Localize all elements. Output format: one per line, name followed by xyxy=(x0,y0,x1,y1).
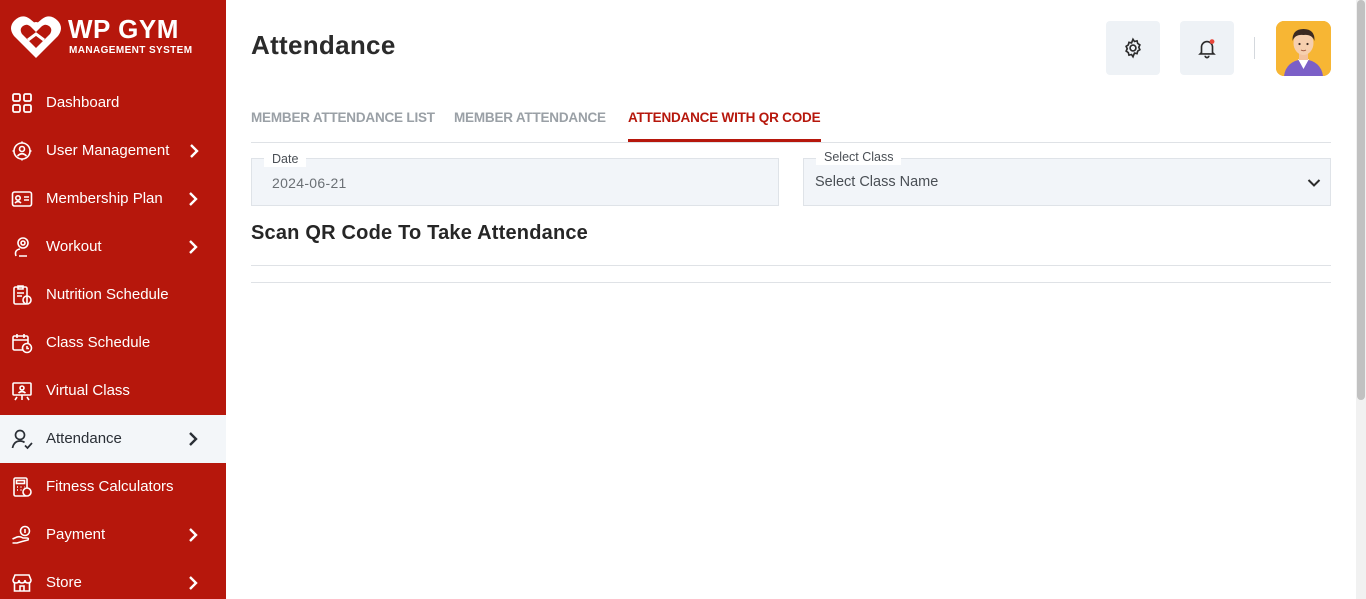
store-icon xyxy=(12,574,32,592)
brand-subtitle: MANAGEMENT SYSTEM xyxy=(69,45,193,56)
app-root: WP GYM MANAGEMENT SYSTEM Dashboard User … xyxy=(0,0,1366,599)
sidebar-item-label: Class Schedule xyxy=(46,334,151,351)
sidebar-item-label: Workout xyxy=(46,238,102,255)
settings-button[interactable] xyxy=(1106,21,1160,75)
nutrition-clipboard-icon xyxy=(13,285,32,305)
sidebar-item-payment[interactable]: Payment xyxy=(0,511,226,559)
qr-section-title: Scan QR Code To Take Attendance xyxy=(251,222,589,244)
tab-member-attendance-list[interactable]: MEMBER ATTENDANCE LIST xyxy=(251,110,435,125)
sidebar-item-label: Virtual Class xyxy=(46,382,130,399)
sidebar-item-fitness-calculators[interactable]: Fitness Calculators xyxy=(0,463,226,511)
virtual-class-icon xyxy=(12,382,32,401)
sidebar-item-store[interactable]: Store xyxy=(0,559,226,599)
active-tab-indicator xyxy=(628,139,821,142)
sidebar-item-label: Membership Plan xyxy=(46,190,163,207)
sidebar-item-label: Attendance xyxy=(46,430,122,447)
sidebar-item-workout[interactable]: Workout xyxy=(0,223,226,271)
class-select-label: Select Class xyxy=(816,149,902,165)
dashboard-grid-icon xyxy=(12,93,32,113)
divider xyxy=(251,265,1331,266)
user-check-icon xyxy=(11,429,33,450)
heart-gym-logo-icon xyxy=(11,16,61,58)
sidebar-item-label: Payment xyxy=(46,526,106,543)
class-select[interactable]: Select Class Select Class Name xyxy=(803,149,1331,206)
calendar-clock-icon xyxy=(12,334,33,354)
workout-icon xyxy=(14,237,29,257)
sidebar-item-virtual-class[interactable]: Virtual Class xyxy=(0,367,226,415)
date-field[interactable]: Date 2024-06-21 xyxy=(251,151,779,206)
date-field-value: 2024-06-21 xyxy=(272,175,347,191)
sidebar-item-label: Dashboard xyxy=(46,94,120,111)
sidebar-item-label: Fitness Calculators xyxy=(46,478,174,495)
payment-hand-icon xyxy=(12,525,31,544)
chevron-right-icon xyxy=(190,144,199,158)
gear-icon xyxy=(1125,37,1141,59)
calculator-icon xyxy=(13,477,32,497)
date-field-label: Date xyxy=(264,151,307,167)
header-divider xyxy=(1254,37,1255,59)
sidebar: WP GYM MANAGEMENT SYSTEM Dashboard User … xyxy=(0,0,226,599)
sidebar-item-label: Store xyxy=(46,574,82,591)
users-gear-icon xyxy=(12,141,32,161)
chevron-right-icon xyxy=(189,528,198,542)
sidebar-item-dashboard[interactable]: Dashboard xyxy=(0,79,226,127)
chevron-right-icon xyxy=(189,192,198,206)
avatar-icon xyxy=(1276,21,1331,76)
qr-scanner-area xyxy=(251,282,1331,283)
bell-icon xyxy=(1198,39,1216,59)
sidebar-item-label: Nutrition Schedule xyxy=(46,286,169,303)
sidebar-item-user-management[interactable]: User Management xyxy=(0,127,226,175)
scrollbar-thumb[interactable] xyxy=(1357,0,1365,400)
sidebar-nav: Dashboard User Management Membership Pla… xyxy=(0,79,226,599)
tab-member-attendance[interactable]: MEMBER ATTENDANCE xyxy=(454,110,606,125)
class-select-value: Select Class Name xyxy=(815,174,939,190)
brand-title: WP GYM xyxy=(68,14,179,44)
brand-logo[interactable]: WP GYM MANAGEMENT SYSTEM xyxy=(10,12,220,62)
sidebar-item-membership-plan[interactable]: Membership Plan xyxy=(0,175,226,223)
page-scrollbar[interactable] xyxy=(1356,0,1366,599)
user-avatar[interactable] xyxy=(1276,21,1331,76)
membership-card-icon xyxy=(11,191,33,207)
sidebar-item-class-schedule[interactable]: Class Schedule xyxy=(0,319,226,367)
sidebar-item-attendance[interactable]: Attendance xyxy=(0,415,226,463)
sidebar-item-nutrition-schedule[interactable]: Nutrition Schedule xyxy=(0,271,226,319)
chevron-right-icon xyxy=(189,432,198,446)
chevron-right-icon xyxy=(189,576,198,590)
page-title: Attendance xyxy=(251,30,396,60)
tab-attendance-with-qr-code[interactable]: ATTENDANCE WITH QR CODE xyxy=(628,110,821,125)
attendance-tabs: MEMBER ATTENDANCE LIST MEMBER ATTENDANCE… xyxy=(251,100,1331,143)
chevron-down-icon xyxy=(1307,179,1321,187)
chevron-right-icon xyxy=(189,240,198,254)
notifications-button[interactable] xyxy=(1180,21,1234,75)
sidebar-item-label: User Management xyxy=(46,142,170,159)
